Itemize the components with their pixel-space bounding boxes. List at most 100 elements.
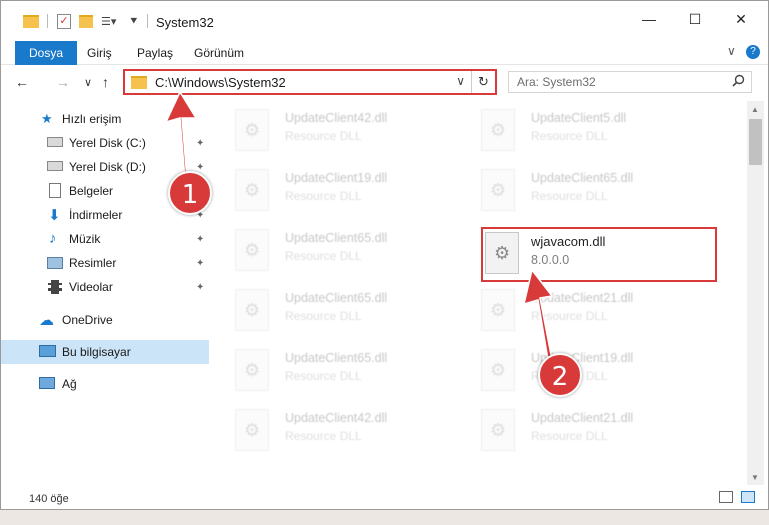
dll-file-icon [235,289,269,331]
sidebar-item-label: Müzik [69,232,101,246]
file-item[interactable]: UpdateClient65.dll Resource DLL [213,343,453,399]
step-badge-2: 2 [538,353,582,397]
file-type: Resource DLL [285,189,362,203]
help-icon[interactable]: ? [746,45,760,59]
address-path[interactable]: C:\Windows\System32 [155,75,286,90]
sidebar-item-videos[interactable]: Videolar ✦ [1,275,209,299]
dll-file-icon [235,109,269,151]
folder-icon [23,12,39,30]
properties-icon[interactable]: ✓ [57,12,71,30]
sidebar-item-network[interactable]: Ağ [1,372,209,396]
sidebar-item-this-pc[interactable]: Bu bilgisayar [1,340,209,364]
status-bar: 140 öğe [1,485,768,509]
dll-file-icon [481,109,515,151]
dll-file-icon [481,169,515,211]
file-type: Resource DLL [531,309,608,323]
scroll-down-icon[interactable]: ▼ [751,473,759,482]
sidebar-item-label: OneDrive [62,313,113,327]
drive-icon [47,161,63,171]
address-dropdown-icon[interactable]: ∨ [456,74,465,88]
dll-file-icon [235,349,269,391]
sidebar-item-pictures[interactable]: Resimler ✦ [1,251,209,275]
dll-file-icon [235,409,269,451]
sidebar-item-local-disk-c[interactable]: Yerel Disk (C:) ✦ [1,131,209,155]
sidebar-item-label: İndirmeler [69,208,123,222]
search-icon[interactable] [732,74,745,90]
ribbon: Dosya Giriş Paylaş Görünüm ∨ ? [1,39,768,65]
file-item[interactable]: UpdateClient42.dll Resource DLL [213,103,453,159]
details-view-icon[interactable] [719,491,733,503]
back-button[interactable]: ← [15,74,29,90]
search-input[interactable]: Ara: System32 [508,71,752,93]
file-name: UpdateClient19.dll [285,171,388,185]
pin-icon: ✦ [196,161,205,173]
tab-home[interactable]: Giriş [73,42,126,64]
large-icons-view-icon[interactable] [741,491,755,503]
file-item[interactable]: UpdateClient19.dll Resource DLL [213,163,453,219]
recent-locations-button[interactable]: ∨ [84,76,92,89]
tab-share[interactable]: Paylaş [123,42,187,64]
file-name: UpdateClient65.dll [285,351,388,365]
sidebar-item-onedrive[interactable]: ☁ OneDrive [1,308,209,332]
file-name: UpdateClient65.dll [285,231,388,245]
dll-file-icon [481,289,515,331]
computer-icon [39,345,56,357]
customize-toolbar-icon[interactable]: ☰▾ [101,12,116,30]
scroll-up-icon[interactable]: ▲ [751,105,759,114]
file-name: UpdateClient65.dll [285,291,388,305]
file-name: UpdateClient5.dll [531,111,627,125]
sidebar-item-label: Resimler [69,256,117,270]
file-type: Resource DLL [285,369,362,383]
file-item[interactable]: UpdateClient21.dll Resource DLL [459,403,699,459]
pictures-icon [47,257,63,269]
star-icon: ★ [41,111,53,126]
forward-button[interactable]: → [56,74,70,90]
file-type: Resource DLL [531,189,608,203]
file-type: Resource DLL [285,129,362,143]
file-item[interactable]: UpdateClient21.dll Resource DLL [459,283,699,339]
maximize-button[interactable]: ☐ [672,1,718,37]
step-badge-1: 1 [168,171,212,215]
file-item[interactable]: UpdateClient65.dll Resource DLL [213,223,453,279]
address-bar[interactable]: C:\Windows\System32 ∨ ↻ [123,69,497,95]
file-type: Resource DLL [285,429,362,443]
file-item[interactable]: UpdateClient65.dll Resource DLL [459,163,699,219]
sidebar-item-label: Ağ [62,377,77,391]
window-title: System32 [156,15,214,30]
expand-ribbon-icon[interactable]: ∨ [727,44,736,58]
separator [47,14,48,28]
scroll-thumb[interactable] [749,119,762,165]
file-name: UpdateClient21.dll [531,291,634,305]
sidebar-item-label: Bu bilgisayar [62,345,131,359]
up-button[interactable]: ↑ [102,74,109,90]
file-item[interactable]: UpdateClient5.dll Resource DLL [459,103,699,159]
search-placeholder: Ara: System32 [517,75,596,89]
file-name: UpdateClient21.dll [531,411,634,425]
refresh-button[interactable]: ↻ [471,71,495,93]
tab-file[interactable]: Dosya [15,41,78,65]
tab-view[interactable]: Görünüm [180,42,258,64]
close-button[interactable]: ✕ [718,1,764,37]
dll-file-icon [481,349,515,391]
separator [147,14,148,28]
cloud-icon: ☁ [39,312,54,329]
file-type: Resource DLL [531,129,608,143]
sidebar-item-music[interactable]: ♪ Müzik ✦ [1,227,209,251]
sidebar-item-label: Videolar [69,280,113,294]
pin-icon: ✦ [196,257,205,269]
file-item[interactable]: UpdateClient42.dll Resource DLL [213,403,453,459]
sidebar-item-quick-access[interactable]: ★ Hızlı erişim [1,107,209,131]
pin-icon: ✦ [196,281,205,293]
file-type: Resource DLL [531,429,608,443]
chevron-down-icon[interactable]: ⯆ [129,12,139,30]
film-icon [48,280,62,294]
minimize-button[interactable]: — [626,1,672,37]
network-icon [39,377,55,389]
file-item[interactable]: UpdateClient65.dll Resource DLL [213,283,453,339]
file-list: UpdateClient42.dll Resource DLL UpdateCl… [213,101,747,485]
file-type: Resource DLL [285,249,362,263]
new-folder-icon[interactable] [79,12,93,30]
file-name: UpdateClient42.dll [285,411,388,425]
vertical-scrollbar[interactable]: ▲ ▼ [747,101,764,485]
sidebar-item-label: Yerel Disk (C:) [69,136,146,150]
